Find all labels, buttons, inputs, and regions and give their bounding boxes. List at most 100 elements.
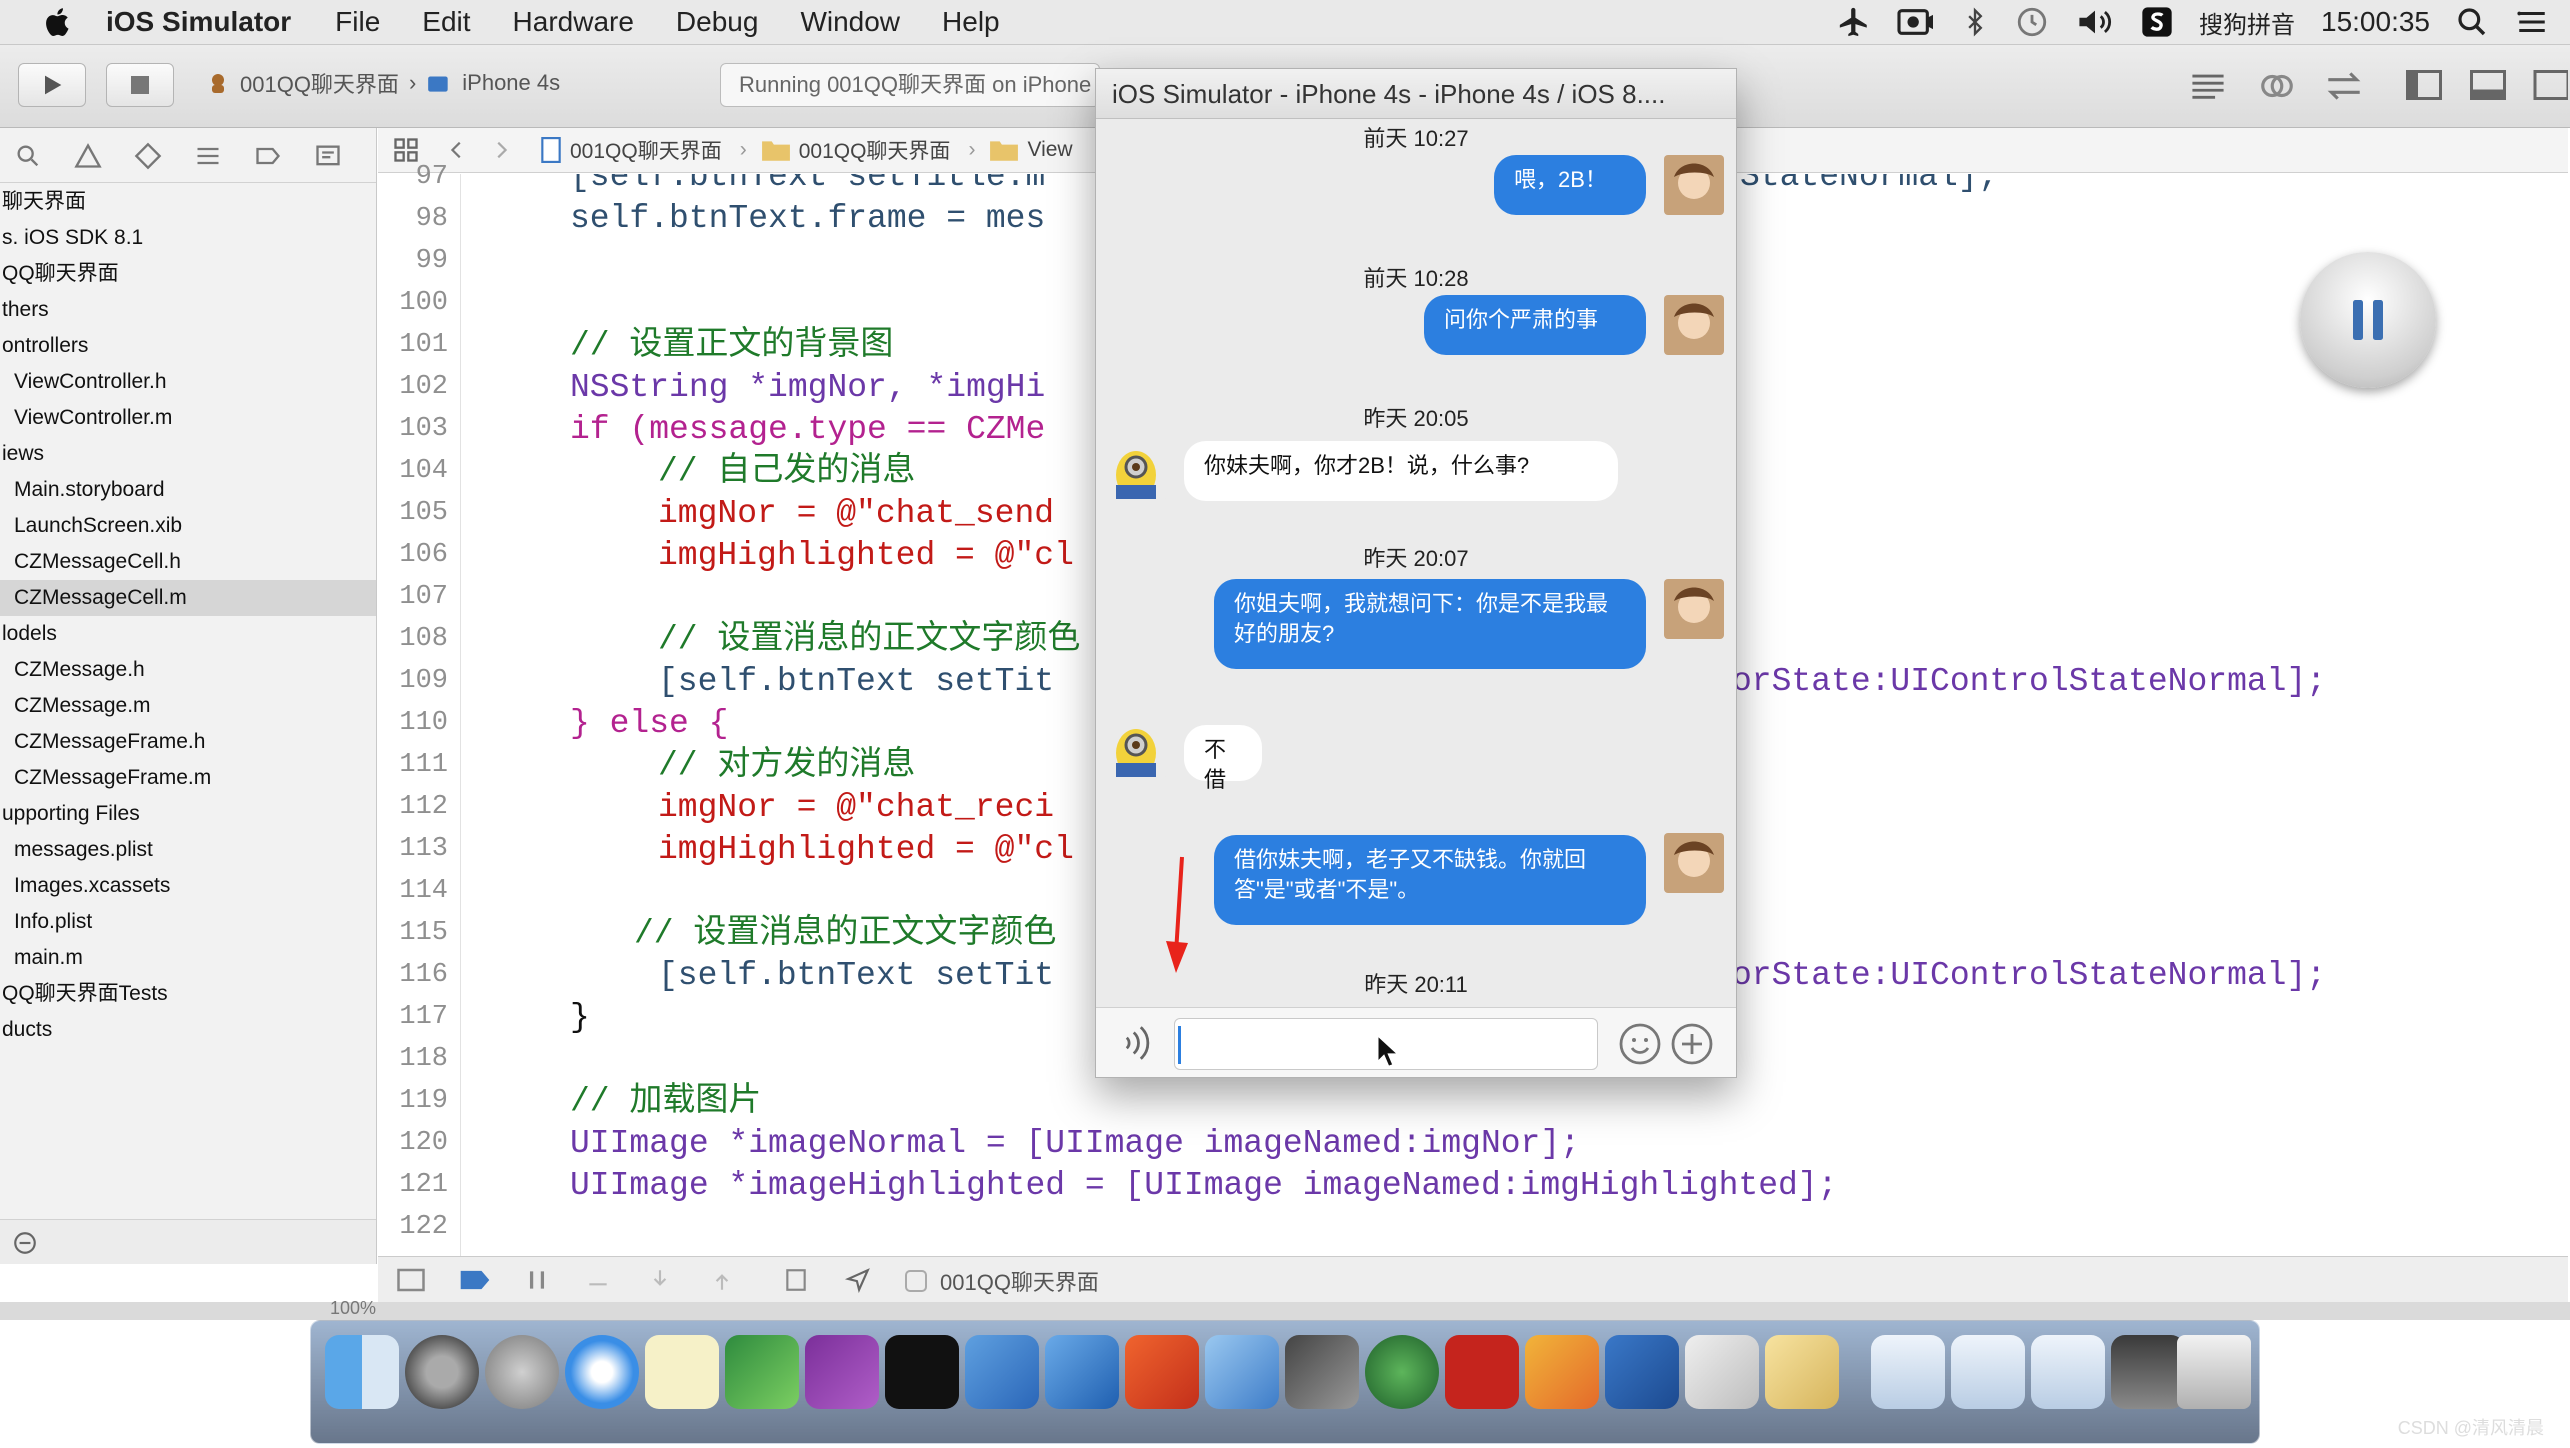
system-preferences-icon[interactable] xyxy=(405,1335,479,1409)
step-over-icon[interactable] xyxy=(584,1267,612,1293)
simulator-title-bar[interactable]: iOS Simulator - iPhone 4s - iPhone 4s / … xyxy=(1096,69,1736,119)
onenote-icon[interactable] xyxy=(805,1335,879,1409)
chat-bubble-sent[interactable]: 借你妹夫啊，老子又不缺钱。你就回答"是"或者"不是"。 xyxy=(1214,835,1646,925)
downloads-icon[interactable] xyxy=(2111,1335,2185,1409)
navigator-file-row[interactable]: Images.xcassets xyxy=(0,868,376,904)
my-avatar[interactable] xyxy=(1664,833,1724,893)
textedit-icon[interactable] xyxy=(1685,1335,1759,1409)
scheme-selector[interactable]: 001QQ聊天界面 › iPhone 4s xyxy=(206,67,560,99)
add-file-icon[interactable] xyxy=(12,1230,38,1256)
standard-editor-icon[interactable] xyxy=(2188,69,2228,103)
navigator-file-row[interactable]: ducts xyxy=(0,1012,376,1048)
word-icon[interactable] xyxy=(1605,1335,1679,1409)
stop-button[interactable] xyxy=(106,63,174,107)
voice-icon[interactable] xyxy=(1118,1022,1160,1064)
my-avatar[interactable] xyxy=(1664,579,1724,639)
report-navigator-icon[interactable] xyxy=(314,142,342,170)
navigator-file-row[interactable]: Info.plist xyxy=(0,904,376,940)
my-avatar[interactable] xyxy=(1664,155,1724,215)
toggle-navigator-icon[interactable] xyxy=(2404,67,2444,103)
input-method-label[interactable]: 搜狗拼音 xyxy=(2199,5,2295,40)
navigator-file-row[interactable]: Main.storyboard xyxy=(0,472,376,508)
issue-navigator-icon[interactable] xyxy=(74,142,102,170)
related-items-icon[interactable] xyxy=(392,136,420,164)
navigator-file-row[interactable]: QQ聊天界面Tests xyxy=(0,976,376,1012)
breakpoints-toggle-icon[interactable] xyxy=(458,1267,492,1293)
jumpbar-crumb-project[interactable]: 001QQ聊天界面 xyxy=(540,135,722,165)
version-editor-icon[interactable] xyxy=(2322,67,2366,105)
pause-execution-icon[interactable] xyxy=(524,1267,550,1293)
stack-folder-icon[interactable] xyxy=(1951,1335,2025,1409)
simulate-location-icon[interactable] xyxy=(844,1267,872,1293)
sogou-icon[interactable] xyxy=(2141,5,2173,39)
assistant-editor-icon[interactable] xyxy=(2258,67,2296,105)
navigator-file-row[interactable]: CZMessageCell.m xyxy=(0,580,376,616)
toggle-utilities-icon[interactable] xyxy=(2532,67,2568,103)
jumpbar-crumb-views[interactable]: View xyxy=(989,138,1073,162)
toggle-debug-area-icon[interactable] xyxy=(2468,67,2508,103)
navigator-file-row[interactable]: iews xyxy=(0,436,376,472)
step-into-icon[interactable] xyxy=(646,1267,674,1293)
navigator-file-row[interactable]: CZMessageFrame.m xyxy=(0,760,376,796)
navigator-file-row[interactable]: messages.plist xyxy=(0,832,376,868)
menu-debug[interactable]: Debug xyxy=(676,6,759,38)
breakpoint-navigator-icon[interactable] xyxy=(254,142,282,170)
navigator-file-row[interactable]: lodels xyxy=(0,616,376,652)
navigator-file-row[interactable]: ViewController.m xyxy=(0,400,376,436)
network-icon[interactable] xyxy=(1365,1335,1439,1409)
navigator-file-row[interactable]: thers xyxy=(0,292,376,328)
navigator-file-row[interactable]: ViewController.h xyxy=(0,364,376,400)
my-avatar[interactable] xyxy=(1664,295,1724,355)
time-machine-icon[interactable] xyxy=(2015,5,2049,39)
apple-menu-icon[interactable] xyxy=(40,4,76,40)
screen-record-icon[interactable] xyxy=(1897,5,1935,39)
menu-file[interactable]: File xyxy=(335,6,380,38)
debug-navigator-icon[interactable] xyxy=(194,142,222,170)
navigator-file-row[interactable]: main.m xyxy=(0,940,376,976)
menu-window[interactable]: Window xyxy=(800,6,900,38)
menu-hardware[interactable]: Hardware xyxy=(513,6,634,38)
spotlight-search-icon[interactable] xyxy=(2456,5,2488,39)
navigator-file-row[interactable]: CZMessageFrame.h xyxy=(0,724,376,760)
stack-folder-icon[interactable] xyxy=(1871,1335,1945,1409)
navigator-file-row[interactable]: ontrollers xyxy=(0,328,376,364)
preview-icon[interactable] xyxy=(1765,1335,1839,1409)
recording-pause-button[interactable] xyxy=(2300,252,2436,388)
terminal-icon[interactable] xyxy=(885,1335,959,1409)
friend-avatar[interactable] xyxy=(1106,719,1166,779)
bluetooth-icon[interactable] xyxy=(1961,5,1989,39)
navigator-file-row[interactable]: CZMessageCell.h xyxy=(0,544,376,580)
trash-icon[interactable] xyxy=(2177,1335,2251,1409)
volume-icon[interactable] xyxy=(2075,5,2115,39)
step-out-icon[interactable] xyxy=(708,1267,736,1293)
navigator-file-row[interactable]: upporting Files xyxy=(0,796,376,832)
xcode-icon[interactable] xyxy=(965,1335,1039,1409)
hide-debug-area-icon[interactable] xyxy=(396,1267,426,1293)
navigator-file-row[interactable]: CZMessage.h xyxy=(0,652,376,688)
notes-icon[interactable] xyxy=(645,1335,719,1409)
zoom-level[interactable]: 100% xyxy=(330,1298,376,1319)
run-button[interactable] xyxy=(18,63,86,107)
emoji-icon[interactable] xyxy=(1616,1020,1664,1068)
find-navigator-icon[interactable] xyxy=(14,142,42,170)
navigator-file-row[interactable]: LaunchScreen.xib xyxy=(0,508,376,544)
sublime-icon[interactable] xyxy=(1525,1335,1599,1409)
finder-icon[interactable] xyxy=(325,1335,399,1409)
navigator-file-row[interactable]: s. iOS SDK 8.1 xyxy=(0,220,376,256)
add-attachment-icon[interactable] xyxy=(1668,1020,1716,1068)
navigator-file-row[interactable]: QQ聊天界面 xyxy=(0,256,376,292)
chat-bubble-sent[interactable]: 问你个严肃的事 xyxy=(1424,295,1646,355)
forward-chevron-icon[interactable] xyxy=(490,136,512,164)
menu-help[interactable]: Help xyxy=(942,6,1000,38)
jumpbar-crumb-group[interactable]: 001QQ聊天界面 xyxy=(761,135,950,165)
navigator-file-row[interactable]: 聊天界面 xyxy=(0,184,376,220)
chat-bubble-sent[interactable]: 你姐夫啊，我就想问下：你是不是我最好的朋友? xyxy=(1214,579,1646,669)
menu-edit[interactable]: Edit xyxy=(422,6,470,38)
excel-icon[interactable] xyxy=(725,1335,799,1409)
navigator-file-row[interactable]: CZMessage.m xyxy=(0,688,376,724)
launchpad-icon[interactable] xyxy=(485,1335,559,1409)
view-debugger-icon[interactable] xyxy=(782,1267,810,1293)
menu-clock[interactable]: 15:00:35 xyxy=(2321,6,2430,38)
notification-center-icon[interactable] xyxy=(2514,5,2550,39)
friend-avatar[interactable] xyxy=(1106,441,1166,501)
